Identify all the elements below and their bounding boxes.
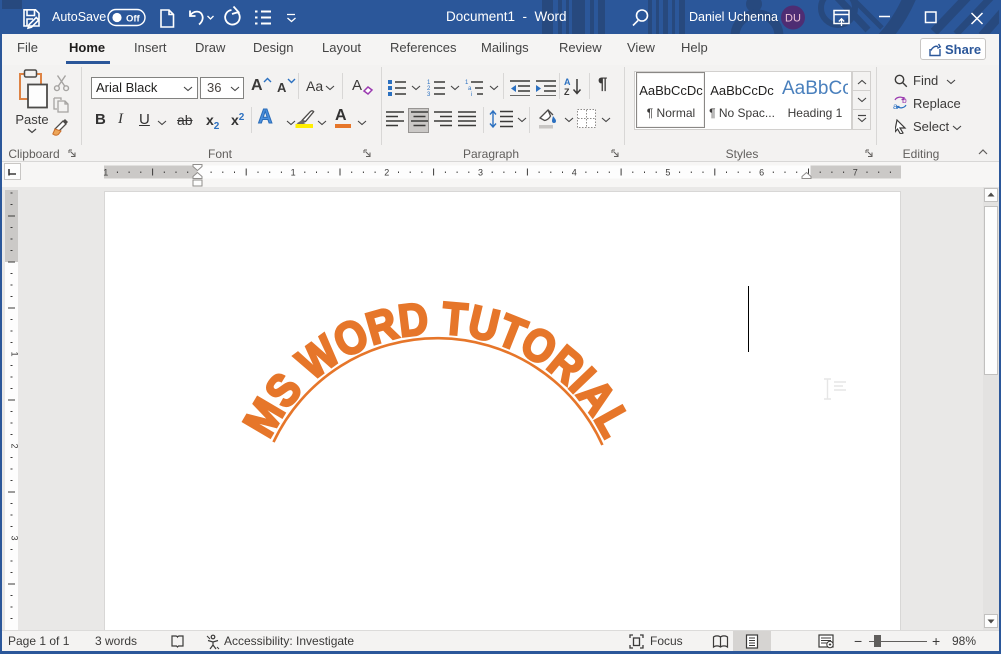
- svg-text:i: i: [471, 92, 472, 96]
- svg-text:1: 1: [291, 168, 296, 178]
- svg-text:A: A: [564, 77, 571, 87]
- svg-text:5: 5: [665, 168, 670, 178]
- svg-text:3: 3: [478, 168, 483, 178]
- svg-text:2: 2: [10, 443, 20, 448]
- svg-text:MS WORD TUTORIAL: MS WORD TUTORIAL: [233, 293, 641, 445]
- svg-text:Z: Z: [564, 87, 570, 97]
- svg-text:DU: DU: [785, 13, 801, 25]
- svg-text:7: 7: [853, 168, 858, 178]
- svg-text:Off: Off: [126, 14, 141, 25]
- svg-text:a: a: [893, 101, 898, 111]
- svg-text:1: 1: [10, 351, 20, 356]
- svg-text:6: 6: [759, 168, 764, 178]
- svg-text:b: b: [902, 95, 907, 105]
- svg-text:4: 4: [572, 168, 577, 178]
- svg-text:1: 1: [103, 168, 108, 178]
- svg-text:3: 3: [427, 92, 431, 96]
- svg-text:3: 3: [10, 535, 20, 540]
- svg-text:2: 2: [384, 168, 389, 178]
